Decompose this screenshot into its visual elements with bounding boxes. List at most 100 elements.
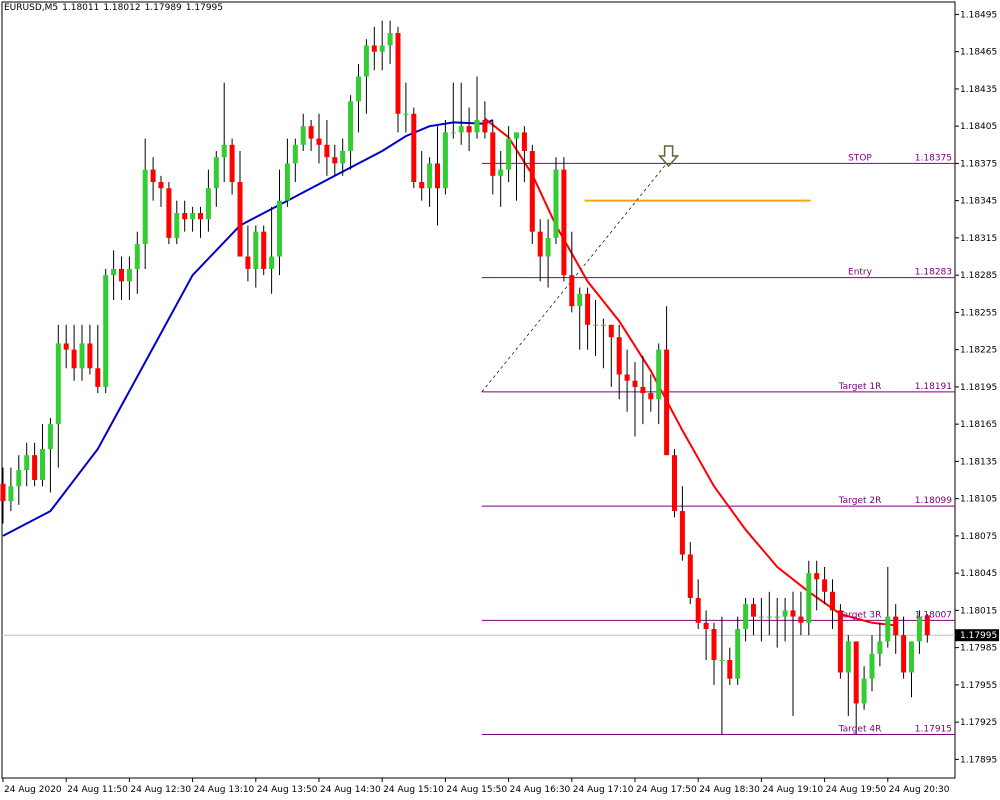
y-tick-label: 1.18045 — [960, 569, 997, 579]
candle-body — [909, 641, 914, 673]
x-tick-label: 24 Aug 15:50 — [446, 785, 507, 795]
candle-body — [529, 150, 535, 232]
candle-body — [561, 169, 567, 276]
level-price: 1.18283 — [915, 268, 952, 278]
level-price: 1.18375 — [915, 153, 952, 163]
candle-body — [63, 343, 69, 350]
candle-body — [371, 45, 377, 52]
candle-body — [624, 374, 630, 381]
y-tick-label: 1.18495 — [960, 10, 997, 20]
candle-body — [521, 132, 527, 151]
candle-body — [395, 33, 401, 114]
x-tick-label: 24 Aug 13:50 — [257, 785, 318, 795]
candle-body — [600, 324, 606, 326]
candle-body — [166, 188, 172, 238]
candle-body — [450, 132, 456, 134]
candle-body — [569, 275, 575, 307]
candle-body — [577, 293, 583, 307]
level-price: 1.18191 — [915, 382, 952, 392]
candle-body — [782, 610, 788, 617]
candle-body — [482, 119, 488, 133]
candle-body — [277, 200, 282, 257]
candle-body — [869, 653, 875, 679]
y-tick-label: 1.18075 — [960, 532, 997, 542]
candle-body — [103, 275, 109, 387]
candle-body — [198, 213, 203, 220]
candle-body — [111, 268, 117, 276]
candle-body — [332, 157, 338, 164]
price-chart[interactable]: 1.18495 1.18465 1.18435 1.18405 1.18375 1.183… — [0, 0, 1000, 800]
y-tick-label: 1.18105 — [960, 495, 997, 505]
candle-body — [24, 455, 30, 471]
x-tick-label: 24 Aug 14:30 — [320, 785, 381, 795]
candle-body — [616, 337, 622, 375]
level-label: Target 2R — [838, 496, 882, 506]
candle-body — [253, 231, 259, 269]
candle-body — [79, 343, 85, 369]
candle-body — [387, 33, 393, 46]
candle-body — [87, 343, 93, 369]
x-tick-label: 24 Aug 2020 — [4, 785, 62, 795]
candle-body — [308, 126, 314, 139]
y-tick-label: 1.17925 — [960, 718, 997, 728]
candle-body — [142, 169, 148, 245]
candle-body — [324, 144, 330, 158]
candle-body — [806, 573, 812, 623]
candle-body — [545, 237, 551, 257]
candle-body — [490, 132, 496, 176]
candle-body — [55, 343, 61, 425]
y-tick-label: 1.18015 — [960, 606, 997, 616]
candle-body — [237, 182, 243, 257]
candle-body — [608, 324, 614, 338]
candle-body — [316, 138, 322, 145]
candle-body — [893, 616, 899, 636]
candle-body — [205, 188, 211, 220]
candle-body — [403, 113, 409, 115]
candle-body — [901, 635, 907, 673]
y-tick-label: 1.18165 — [960, 420, 997, 430]
candle-body — [656, 349, 662, 400]
y-tick-label: 1.17955 — [960, 681, 997, 691]
y-tick-label: 1.18435 — [960, 85, 997, 95]
candle-body — [363, 45, 369, 77]
level-label: Target 4R — [838, 725, 882, 735]
candle-body — [269, 256, 275, 269]
candle-body — [687, 554, 693, 598]
candle-body — [751, 604, 756, 617]
level-price: 1.18099 — [915, 496, 952, 506]
candle-body — [474, 119, 480, 133]
candle-body — [261, 231, 267, 269]
candle-body — [419, 182, 425, 189]
y-tick-label: 1.18375 — [960, 159, 997, 169]
candle-body — [766, 616, 772, 618]
candle-body — [284, 163, 290, 201]
y-tick-label: 1.18315 — [960, 234, 997, 244]
candle-body — [822, 579, 828, 592]
candle-body — [182, 213, 188, 220]
candle-body — [47, 424, 53, 449]
level-label: Target 1R — [838, 382, 882, 392]
x-tick-label: 24 Aug 11:50 — [67, 785, 128, 795]
candle-body — [245, 256, 251, 269]
candle-body — [348, 101, 354, 151]
candle-body — [458, 126, 464, 133]
current-price-label: 1.17995 — [960, 631, 997, 641]
candle-body — [0, 483, 6, 502]
x-tick-label: 24 Aug 12:30 — [130, 785, 191, 795]
y-tick-label: 1.18135 — [960, 457, 997, 467]
candle-body — [190, 213, 196, 220]
candle-body — [758, 616, 764, 618]
candle-body — [356, 76, 361, 102]
candle-body — [711, 629, 717, 661]
x-tick-label: 24 Aug 19:50 — [826, 785, 887, 795]
candle-body — [537, 231, 543, 257]
candle-body — [16, 470, 22, 487]
candle-body — [885, 616, 891, 642]
candle-body — [506, 138, 512, 170]
y-tick-label: 1.18465 — [960, 48, 997, 58]
y-tick-label: 1.18405 — [960, 122, 997, 132]
candle-body — [640, 386, 646, 394]
candle-body — [32, 455, 38, 481]
candle-body — [593, 324, 598, 326]
candle-body — [743, 604, 749, 630]
